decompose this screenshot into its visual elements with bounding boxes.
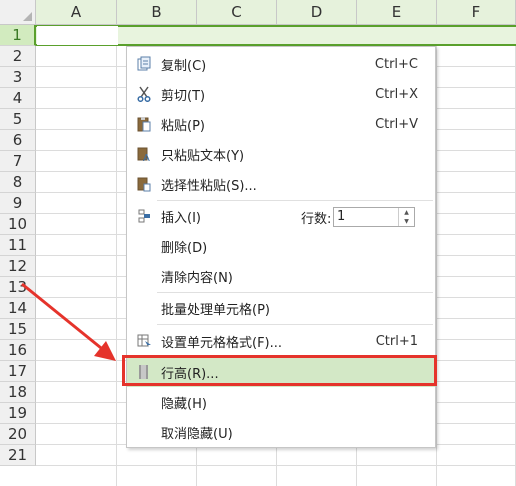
column-gridline [436,25,437,486]
row-header[interactable]: 7 [0,151,36,172]
row-count-stepper[interactable]: 1 ▲ ▼ [333,207,415,227]
svg-text:A: A [143,153,150,162]
row-header[interactable]: 2 [0,46,36,67]
menu-item-hide[interactable]: 隐藏(H) [127,387,435,417]
row-header[interactable]: 15 [0,319,36,340]
row-header[interactable]: 17 [0,361,36,382]
row-header[interactable]: 9 [0,193,36,214]
row-header[interactable]: 12 [0,256,36,277]
row-header[interactable]: 16 [0,340,36,361]
menu-item-cut[interactable]: 剪切(T) Ctrl+X [127,79,435,109]
annotation-highlight-box [122,355,437,386]
format-cells-icon [135,332,153,350]
row-header[interactable]: 18 [0,382,36,403]
row-header[interactable]: 11 [0,235,36,256]
paste-special-icon [135,175,153,193]
column-header[interactable]: F [437,0,516,25]
row-header[interactable]: 19 [0,403,36,424]
menu-label-delete: 删除(D) [161,240,208,256]
menu-item-format-cells[interactable]: 设置单元格格式(F)... Ctrl+1 [127,326,435,356]
row-count-value[interactable]: 1 [337,209,345,224]
row-header[interactable]: 4 [0,88,36,109]
insert-row-icon [135,207,153,225]
menu-label-copy: 复制(C) [161,58,207,74]
stepper-up-icon[interactable]: ▲ [399,208,414,217]
menu-item-paste[interactable]: 粘贴(P) Ctrl+V [127,109,435,139]
column-header[interactable]: E [357,0,437,25]
menu-item-paste-special[interactable]: 选择性粘贴(S)... [127,169,435,199]
row-header[interactable]: 10 [0,214,36,235]
stepper-down-icon[interactable]: ▼ [399,217,414,226]
column-header[interactable]: B [117,0,197,25]
menu-item-delete[interactable]: 删除(D) [127,231,435,261]
row-header[interactable]: 6 [0,130,36,151]
paste-text-icon: A [135,145,153,163]
paste-icon [135,115,153,133]
row-header[interactable]: 20 [0,424,36,445]
column-gridline [116,25,117,486]
row-header[interactable]: 8 [0,172,36,193]
row-header[interactable]: 5 [0,109,36,130]
row-header[interactable]: 3 [0,67,36,88]
menu-label-format-cells: 设置单元格格式(F)... [161,335,283,351]
select-all-triangle-icon [23,12,32,21]
menu-label-cut: 剪切(T) [161,88,206,104]
column-header[interactable]: A [36,0,117,25]
menu-label-hide: 隐藏(H) [161,396,207,412]
menu-item-paste-text[interactable]: A 只粘贴文本(Y) [127,139,435,169]
menu-label-paste: 粘贴(P) [161,118,205,134]
column-header[interactable]: C [197,0,277,25]
menu-separator [157,324,433,325]
context-menu: 复制(C) Ctrl+C 剪切(T) Ctrl+X 粘贴(P) Ctrl+V A… [126,46,436,448]
menu-item-copy[interactable]: 复制(C) Ctrl+C [127,49,435,79]
active-cell-a1[interactable] [37,26,118,45]
row-header[interactable]: 21 [0,445,36,466]
menu-item-unhide[interactable]: 取消隐藏(U) [127,417,435,447]
shortcut-copy: Ctrl+C [374,56,418,72]
menu-item-batch-process[interactable]: 批量处理单元格(P) [127,293,435,323]
menu-label-batch: 批量处理单元格(P) [161,302,270,318]
menu-item-insert[interactable]: 插入(I) 行数: 1 ▲ ▼ [127,201,435,231]
row-count-label: 行数: [301,212,332,227]
row-header[interactable]: 13 [0,277,36,298]
menu-label-paste-text: 只粘贴文本(Y) [161,148,245,164]
shortcut-cut: Ctrl+X [375,86,418,102]
scissors-icon [135,85,153,103]
shortcut-paste: Ctrl+V [375,116,418,132]
row-header[interactable]: 14 [0,298,36,319]
copy-icon [135,55,153,73]
menu-label-insert: 插入(I) [161,210,201,226]
menu-item-clear-contents[interactable]: 清除内容(N) [127,261,435,291]
row-header[interactable]: 1 [0,25,36,46]
shortcut-format-cells: Ctrl+1 [375,333,418,349]
select-all-corner[interactable] [0,0,36,25]
column-header[interactable]: D [277,0,357,25]
menu-label-paste-special: 选择性粘贴(S)... [161,178,257,194]
menu-label-unhide: 取消隐藏(U) [161,426,233,442]
menu-label-clear: 清除内容(N) [161,270,233,286]
